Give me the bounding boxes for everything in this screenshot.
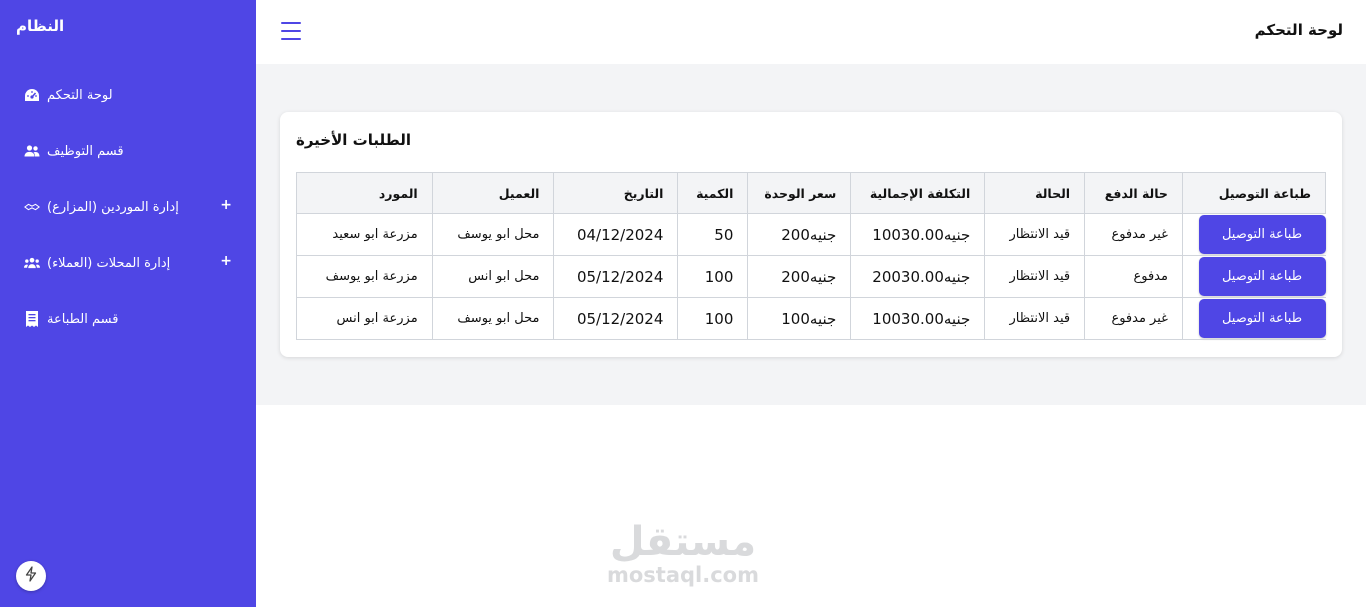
quick-action-button[interactable] (16, 561, 46, 591)
expand-plus-icon[interactable]: + (220, 253, 232, 269)
orders-table: المورد العميل التاريخ الكمية سعر الوحدة … (296, 172, 1327, 340)
sidebar: النظام لوحة التحكم قسم التوظيف إدارة الم… (0, 0, 256, 607)
sidebar-item-printing[interactable]: قسم الطباعة (24, 307, 232, 331)
table-row: مزرعة ابو انس محل ابو يوسف 05/12/2024 10… (296, 297, 1326, 340)
print-delivery-button[interactable]: طباعة التوصيل (1198, 299, 1326, 338)
table-row: مزرعة ابو يوسف محل ابو انس 05/12/2024 10… (296, 255, 1326, 298)
sidebar-item-hiring[interactable]: قسم التوظيف (24, 139, 232, 163)
receipt-icon (24, 311, 40, 327)
handshake-icon (24, 199, 40, 215)
payment-status-cell: مدفوع (1084, 255, 1183, 298)
unit-price-cell: جنيه200 (747, 213, 852, 256)
total-cost-cell: جنيه10030.00 (850, 213, 986, 256)
recent-orders-title: الطلبات الأخيرة (296, 131, 411, 149)
customer-cell: محل ابو يوسف (431, 213, 555, 256)
column-header: الحالة (984, 172, 1086, 214)
table-header-row: المورد العميل التاريخ الكمية سعر الوحدة … (296, 172, 1327, 214)
recent-orders-card: الطلبات الأخيرة المورد العميل التاريخ ال… (280, 112, 1342, 357)
user-group-icon (24, 255, 40, 271)
sidebar-item-label: قسم التوظيف (47, 143, 124, 159)
sidebar-item-label: لوحة التحكم (47, 87, 113, 103)
column-header: طباعة التوصيل (1181, 172, 1327, 214)
page-title: لوحة التحكم (1254, 21, 1343, 39)
quantity-cell: 50 (677, 213, 749, 256)
sidebar-item-dashboard[interactable]: لوحة التحكم (24, 83, 232, 107)
top-header: لوحة التحكم (256, 0, 1366, 64)
unit-price-cell: جنيه100 (747, 297, 852, 340)
status-cell: قيد الانتظار (984, 297, 1086, 340)
supplier-cell: مزرعة ابو يوسف (296, 255, 433, 298)
total-cost-cell: جنيه20030.00 (850, 255, 986, 298)
customer-cell: محل ابو يوسف (431, 297, 555, 340)
sidebar-item-shops[interactable]: إدارة المحلات (العملاء) + (24, 251, 232, 275)
payment-status-cell: غير مدفوع (1084, 297, 1183, 340)
table-row: مزرعة ابو سعيد محل ابو يوسف 04/12/2024 5… (296, 213, 1326, 256)
hamburger-menu-icon[interactable] (281, 22, 301, 42)
print-cell: طباعة التوصيل (1181, 255, 1326, 298)
column-header: سعر الوحدة (747, 172, 852, 214)
payment-status-cell: غير مدفوع (1084, 213, 1183, 256)
column-header: التاريخ (553, 172, 679, 214)
expand-plus-icon[interactable]: + (220, 197, 232, 213)
watermark-arabic: مستقل (609, 519, 757, 565)
status-cell: قيد الانتظار (984, 255, 1086, 298)
customer-cell: محل ابو انس (431, 255, 555, 298)
sidebar-item-label: إدارة المحلات (العملاء) (47, 255, 171, 271)
total-cost-cell: جنيه10030.00 (850, 297, 986, 340)
supplier-cell: مزرعة ابو سعيد (296, 213, 433, 256)
status-cell: قيد الانتظار (984, 213, 1086, 256)
print-cell: طباعة التوصيل (1181, 213, 1326, 256)
unit-price-cell: جنيه200 (747, 255, 852, 298)
watermark-latin: mostaql.com (607, 563, 759, 587)
users-icon (24, 143, 40, 159)
column-header: حالة الدفع (1084, 172, 1183, 214)
column-header: العميل (431, 172, 555, 214)
quantity-cell: 100 (677, 297, 749, 340)
sidebar-item-label: إدارة الموردين (المزارع) (47, 199, 179, 215)
date-cell: 05/12/2024 (553, 297, 679, 340)
column-header: التكلفة الإجمالية (850, 172, 986, 214)
date-cell: 05/12/2024 (553, 255, 679, 298)
print-cell: طباعة التوصيل (1181, 297, 1326, 340)
lightning-icon (25, 566, 37, 586)
quantity-cell: 100 (677, 255, 749, 298)
sidebar-item-label: قسم الطباعة (47, 311, 119, 327)
column-header: الكمية (677, 172, 749, 214)
print-delivery-button[interactable]: طباعة التوصيل (1198, 215, 1326, 254)
sidebar-item-suppliers[interactable]: إدارة الموردين (المزارع) + (24, 195, 232, 219)
sidebar-brand: النظام (16, 17, 65, 35)
dashboard-gauge-icon (24, 87, 40, 103)
date-cell: 04/12/2024 (553, 213, 679, 256)
supplier-cell: مزرعة ابو انس (296, 297, 433, 340)
watermark: مستقل mostaql.com (603, 520, 763, 586)
print-delivery-button[interactable]: طباعة التوصيل (1198, 257, 1326, 296)
column-header: المورد (296, 172, 433, 214)
